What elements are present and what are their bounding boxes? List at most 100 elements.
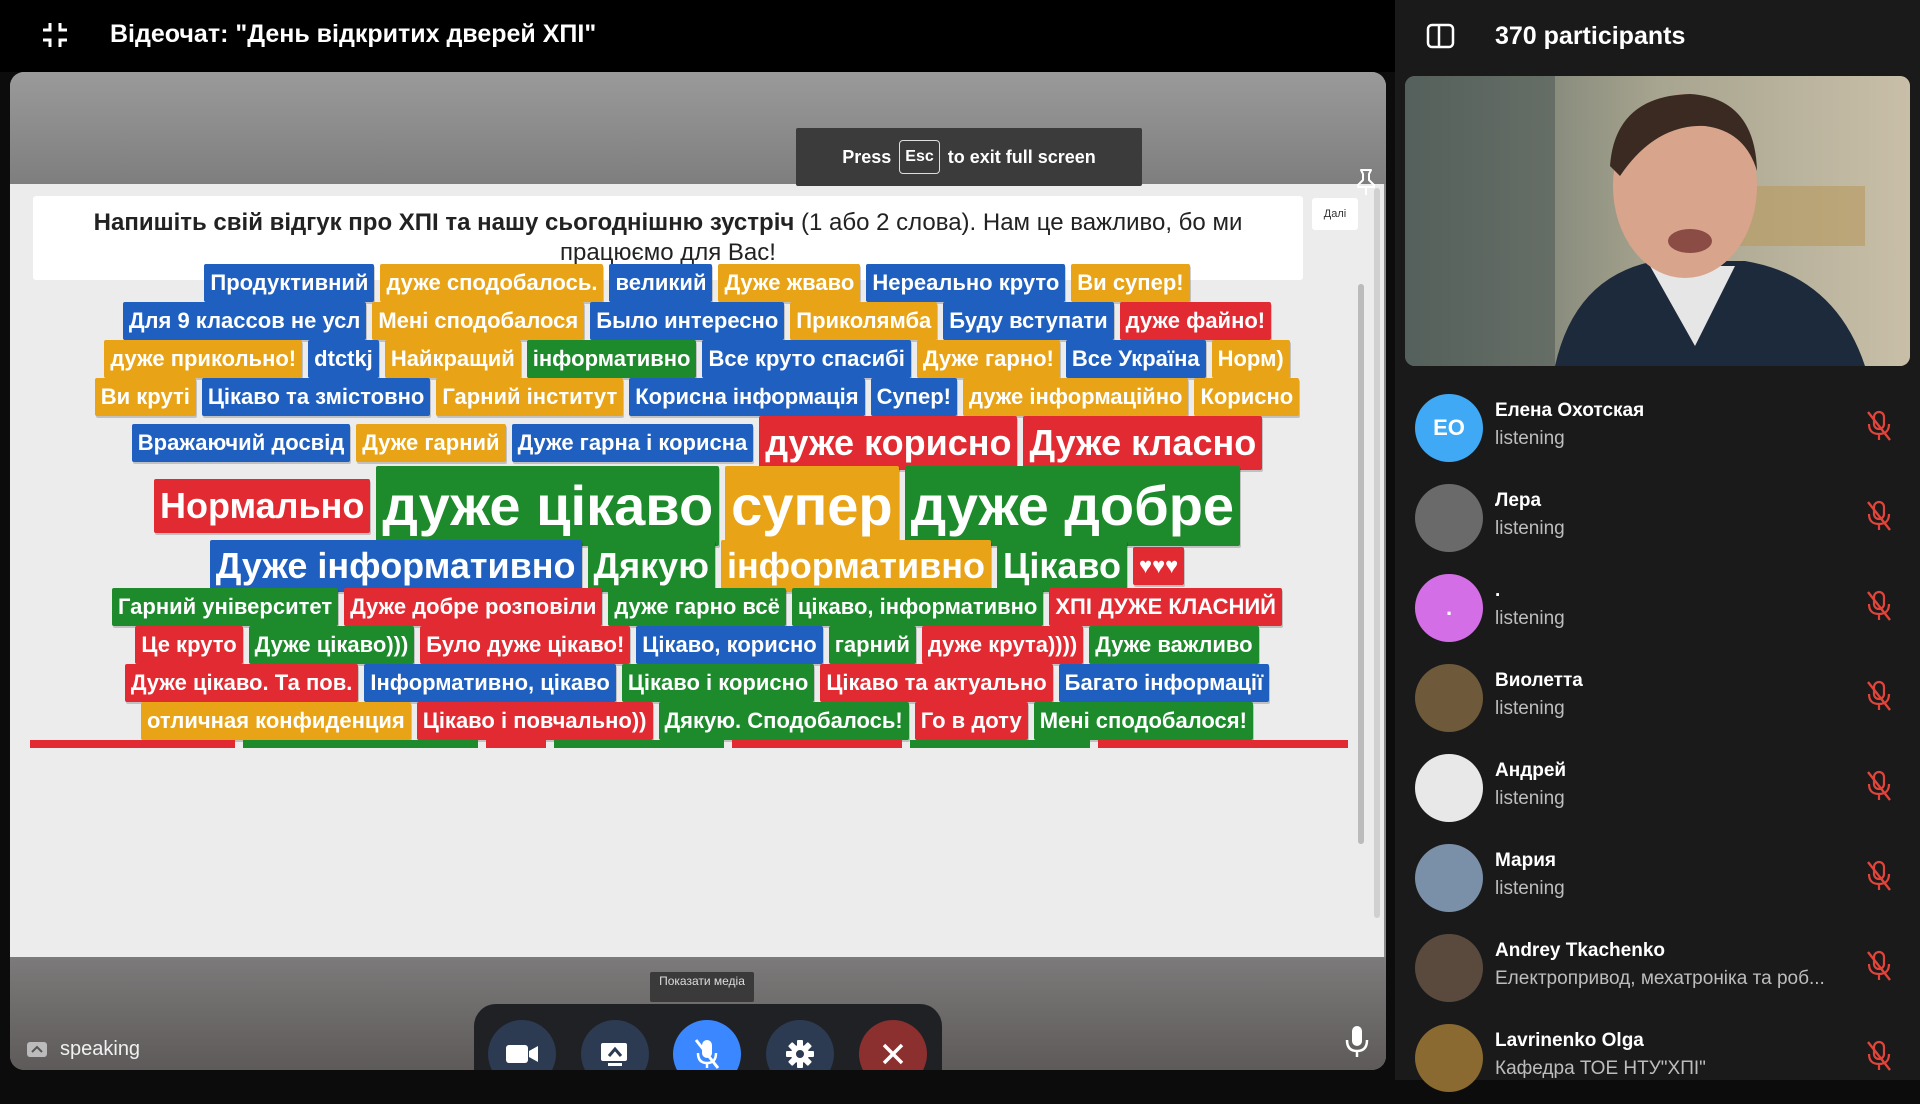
participant-name: Мария: [1495, 850, 1556, 871]
muted-mic-icon: [1867, 590, 1891, 621]
participants-panel: 370 participants ЕО Елена Охотская listeni…: [1395, 0, 1920, 1092]
top-bar: Відеочат: "День відкритих дверей ХПІ": [0, 0, 1395, 72]
clipped-word-block: [554, 740, 724, 748]
avatar: [1415, 1024, 1483, 1092]
word-cloud-word: Дуже добре розповіли: [344, 588, 603, 626]
shared-screen-stage: Напишіть свій відгук про ХПІ та нашу сьо…: [10, 72, 1386, 1070]
participant-name: Lavrinenko Olga: [1495, 1030, 1644, 1051]
clipped-word-block: [910, 740, 1090, 748]
participant-name: .: [1495, 580, 1501, 601]
word-cloud-word: dtctkj: [308, 340, 379, 378]
screen-share-button[interactable]: [581, 1020, 649, 1070]
speaking-icon: [27, 1041, 47, 1057]
word-cloud-word: цікаво, інформативно: [791, 588, 1044, 626]
settings-button[interactable]: [766, 1020, 834, 1070]
chat-title: Відеочат: "День відкритих дверей ХПІ": [110, 20, 597, 48]
word-cloud-row: Ви круті Цікаво та змістовно Гарний інстит…: [10, 378, 1384, 416]
participant-item[interactable]: Лера listening: [1395, 474, 1920, 564]
word-cloud-row: Продуктивний дуже сподобалось. великий Дуже…: [10, 264, 1384, 302]
word-cloud-word: Дякую. Сподобалось!: [658, 702, 909, 740]
word-cloud-word: Супер!: [870, 378, 957, 416]
presentation-slide: Напишіть свій відгук про ХПІ та нашу сьо…: [10, 184, 1384, 957]
leave-call-button[interactable]: [859, 1020, 927, 1070]
avatar: [1415, 844, 1483, 912]
avatar: .: [1415, 574, 1483, 642]
word-cloud-word: Дуже класно: [1023, 416, 1263, 470]
word-cloud-word: Цікаво та актуально: [820, 664, 1053, 702]
camera-button[interactable]: [488, 1020, 556, 1070]
participant-item[interactable]: Andrey Tkachenko Електропривод, мехатроні…: [1395, 924, 1920, 1014]
participant-item[interactable]: .. listening: [1395, 564, 1920, 654]
word-cloud-word: Корисно: [1194, 378, 1300, 416]
panel-toggle-icon[interactable]: [1426, 22, 1456, 50]
word-cloud-word: Дуже гарна і корисна: [511, 424, 754, 462]
word-cloud-word: Норм): [1211, 340, 1290, 378]
word-cloud-word: дуже крута)))): [921, 626, 1084, 664]
participant-item[interactable]: ЕО Елена Охотская listening: [1395, 384, 1920, 474]
avatar: [1415, 934, 1483, 1002]
word-cloud-word: Дуже жваво: [718, 264, 861, 302]
word-cloud-word: Дуже гарний: [356, 424, 506, 462]
word-cloud-word: супер: [725, 466, 899, 546]
word-cloud-word: Гарний інститут: [436, 378, 624, 416]
participant-item[interactable]: Виолетта listening: [1395, 654, 1920, 744]
word-cloud-word: Нормально: [153, 479, 371, 533]
participant-item[interactable]: Lavrinenko Olga Кафедра ТОЕ НТУ"ХПІ": [1395, 1014, 1920, 1104]
speaker-video[interactable]: [1405, 76, 1910, 366]
word-cloud-word: Продуктивний: [204, 264, 375, 302]
participant-name: Елена Охотская: [1495, 400, 1645, 421]
hint-after: to exit full screen: [947, 146, 1096, 167]
screen-share-icon: [601, 1043, 627, 1066]
pin-icon[interactable]: [1353, 168, 1379, 196]
word-cloud-word: Все круто спасибі: [702, 340, 911, 378]
clipped-word-block: [30, 740, 235, 748]
speaker-video-feed: [1405, 76, 1910, 366]
word-cloud-word: Дуже гарно!: [916, 340, 1060, 378]
avatar-initials: ЕО: [1433, 415, 1465, 440]
participants-count: 370 participants: [1495, 22, 1686, 50]
word-cloud-word: отличная конфиденция: [141, 702, 411, 740]
clipped-word-block: [243, 740, 478, 748]
muted-mic-icon: [1867, 1040, 1891, 1071]
participant-status: listening: [1495, 608, 1565, 629]
participant-status: listening: [1495, 698, 1565, 719]
gear-icon: [786, 1040, 814, 1068]
microphone-button[interactable]: [673, 1020, 741, 1070]
word-cloud-word: Було дуже цікаво!: [420, 626, 631, 664]
microphone-icon[interactable]: [1342, 1024, 1372, 1060]
word-cloud-word: дуже прикольно!: [104, 340, 303, 378]
muted-mic-icon: [1867, 410, 1891, 441]
word-cloud-word: дуже корисно: [759, 416, 1018, 470]
word-cloud-row: Дуже цікаво. Та пов. Інформативно, цікаво…: [10, 664, 1384, 702]
mic-off-icon: [694, 1039, 720, 1069]
participant-status: Електропривод, мехатроніка та роб...: [1495, 968, 1825, 989]
avatar: [1415, 484, 1483, 552]
word-cloud-row: Це круто Дуже цікаво))) Було дуже цікаво! Ц…: [10, 626, 1384, 664]
hint-press: Press: [842, 146, 892, 167]
word-cloud-row: Вражаючий досвід Дуже гарний Дуже гарна і …: [10, 416, 1384, 470]
muted-mic-icon: [1867, 680, 1891, 711]
participant-item[interactable]: Андрей listening: [1395, 744, 1920, 834]
word-cloud-word: ♥♥♥: [1133, 547, 1185, 585]
word-cloud-word: Го в доту: [914, 702, 1028, 740]
participant-name: Лера: [1495, 490, 1542, 511]
word-cloud-word: Гарний університет: [111, 588, 339, 626]
word-cloud-word: дуже файно!: [1119, 302, 1272, 340]
word-cloud-word: Дякую: [587, 540, 715, 592]
word-cloud-word: великий: [609, 264, 713, 302]
word-cloud-word: Цікаво та змістовно: [201, 378, 431, 416]
participant-status: listening: [1495, 788, 1565, 809]
next-button[interactable]: Далі: [1312, 198, 1358, 230]
clipped-word-block: [486, 740, 546, 748]
word-cloud-word: дуже сподобалось.: [380, 264, 604, 302]
participant-item[interactable]: Мария listening: [1395, 834, 1920, 924]
muted-mic-icon: [1867, 770, 1891, 801]
word-cloud-word: ХПІ ДУЖЕ КЛАСНИЙ: [1049, 588, 1282, 626]
word-cloud-word: дуже гарно всё: [608, 588, 786, 626]
word-cloud-word: Вражаючий досвід: [131, 424, 351, 462]
word-cloud-word: інформативно: [720, 540, 992, 592]
word-cloud-word: Цікаво і корисно: [621, 664, 815, 702]
word-cloud-word: дуже цікаво: [376, 466, 720, 546]
avatar-initials: .: [1445, 595, 1453, 620]
exit-fullscreen-icon[interactable]: [40, 20, 70, 50]
